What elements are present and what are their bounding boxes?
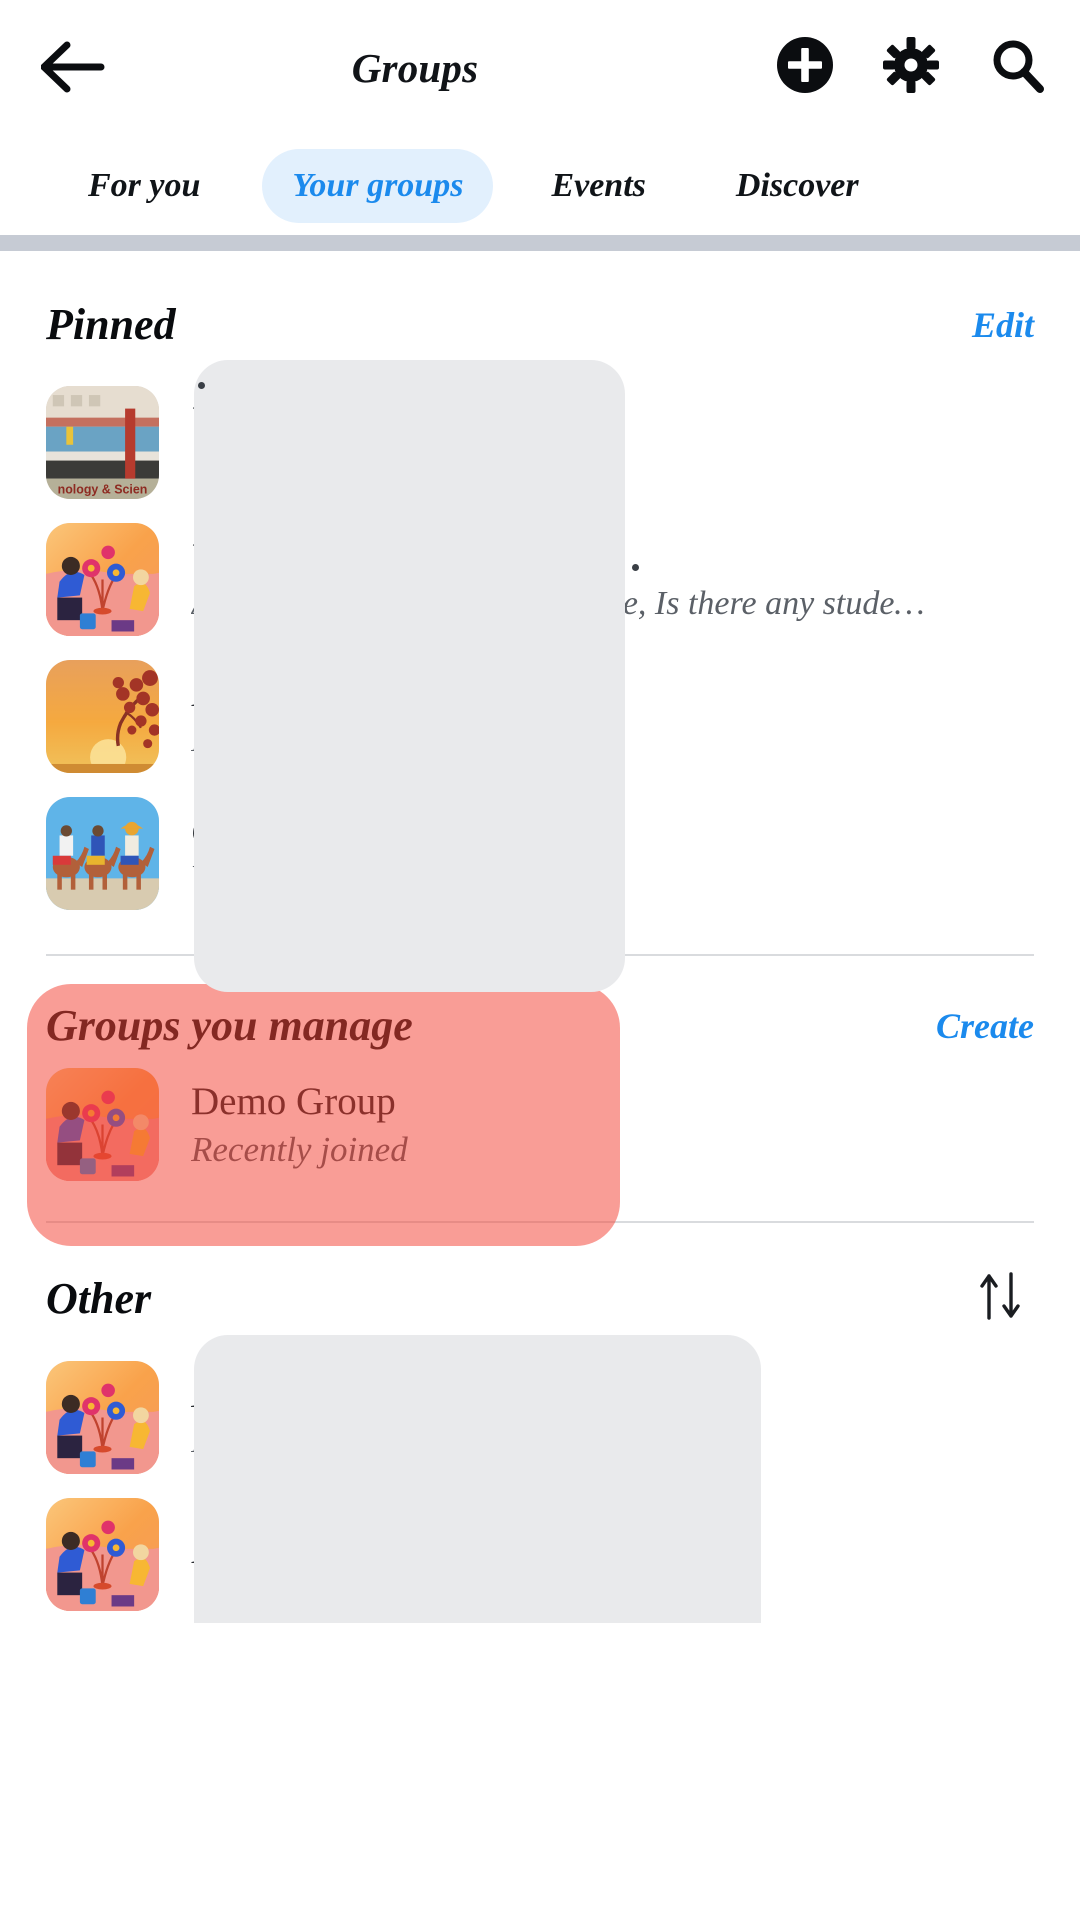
other-title: Other xyxy=(46,1273,152,1323)
settings-button[interactable] xyxy=(880,36,942,98)
search-button[interactable] xyxy=(986,36,1048,98)
group-subtitle: Vaishali Darad posted a photo. xyxy=(191,859,616,896)
section-divider-bar xyxy=(0,235,1080,255)
sort-arrows-icon xyxy=(976,1270,1026,1327)
group-name: BIRAT CHILDREN ACADEMY xyxy=(191,1531,659,1572)
skeleton-dot-top xyxy=(198,382,205,389)
group-subtitle: Recently joined xyxy=(191,1129,408,1169)
list-item[interactable]: Demo Group Recently joined xyxy=(0,1349,1080,1486)
group-name: Biratnagar xyxy=(191,674,356,715)
tab-for-you[interactable]: For you xyxy=(58,149,230,223)
other-group-list: Demo Group Recently joined BIRAT CHILDRE… xyxy=(0,1335,1080,1623)
groups-content: Pinned Edit nology & Scien VITS BATCH -2… xyxy=(0,251,1080,1623)
gardening-illustration xyxy=(46,1498,159,1611)
pinned-group-list: nology & Scien VITS BATCH -2010 Updated … xyxy=(0,360,1080,992)
list-item[interactable]: VITS Ghaziabad Ajay Anand posted: Hi Eve… xyxy=(0,511,1080,648)
list-item-text: Demo Group Recently joined xyxy=(191,1374,1034,1461)
group-name: VITS BATCH -2010 xyxy=(191,400,486,441)
create-group-button[interactable]: Create xyxy=(936,1005,1034,1047)
list-item-text: Demo Group Recently joined xyxy=(191,1079,1034,1170)
add-group-button[interactable] xyxy=(774,36,836,98)
group-avatar xyxy=(46,1067,159,1181)
tab-discover[interactable]: Discover xyxy=(706,149,889,223)
group-avatar xyxy=(46,1498,159,1611)
manage-section-header: Groups you manage Create xyxy=(0,956,1080,1059)
group-name: Demo Group xyxy=(191,1079,396,1123)
list-item-text: Global Marwari Forum Vaishali Darad post… xyxy=(191,810,1034,897)
groups-screen: Groups For you Your groups Events Discov… xyxy=(0,0,1080,1920)
list-item[interactable]: nology & Scien VITS BATCH -2010 Updated … xyxy=(0,374,1080,511)
group-subtitle: Divya Shah made a post. xyxy=(191,722,531,759)
group-avatar: nology & Scien xyxy=(46,386,159,499)
gear-icon xyxy=(882,36,940,99)
group-name: Global Marwari Forum xyxy=(191,811,545,852)
manage-title: Groups you manage xyxy=(46,1001,413,1050)
group-subtitle: Recently joined xyxy=(191,1423,402,1460)
group-avatar xyxy=(46,660,159,773)
sunset-tree-photo xyxy=(46,660,159,773)
list-item-text: Biratnagar Divya Shah made a post. xyxy=(191,673,1034,760)
list-item[interactable]: Demo Group Recently joined xyxy=(0,1059,1080,1189)
list-item-text: BIRAT CHILDREN ACADEMY xyxy=(191,1530,1034,1579)
app-header: Groups xyxy=(0,0,1080,137)
list-item[interactable]: BIRAT CHILDREN ACADEMY xyxy=(0,1486,1080,1623)
pinned-edit-button[interactable]: Edit xyxy=(972,304,1034,346)
list-item-text: VITS Ghaziabad Ajay Anand posted: Hi Eve… xyxy=(191,536,1034,623)
search-icon xyxy=(988,36,1046,99)
group-avatar xyxy=(46,523,159,636)
skeleton-dot-right xyxy=(632,564,639,571)
list-item[interactable]: Global Marwari Forum Vaishali Darad post… xyxy=(0,785,1080,922)
manage-section: Groups you manage Create Demo Group Rece… xyxy=(0,956,1080,1246)
other-section-header: Other xyxy=(0,1223,1080,1335)
pinned-section-header: Pinned Edit xyxy=(0,251,1080,360)
group-name: VITS Ghaziabad xyxy=(191,537,437,578)
svg-text:nology & Scien: nology & Scien xyxy=(58,482,148,496)
gardening-illustration xyxy=(46,1067,159,1181)
sort-button[interactable] xyxy=(974,1271,1028,1325)
group-name: Demo Group xyxy=(191,1375,384,1416)
tab-bar: For you Your groups Events Discover xyxy=(0,137,1080,235)
gardening-illustration xyxy=(46,523,159,636)
list-item-text: VITS BATCH -2010 Updated about 5 years a… xyxy=(191,399,1034,486)
pinned-title: Pinned xyxy=(46,300,176,349)
gardening-illustration xyxy=(46,1361,159,1474)
header-actions xyxy=(774,36,1048,98)
tab-events[interactable]: Events xyxy=(521,149,675,223)
college-building-photo: nology & Scien xyxy=(46,386,159,499)
tab-your-groups[interactable]: Your groups xyxy=(262,149,494,223)
group-subtitle: Ajay Anand posted: Hi Everyone, Is there… xyxy=(191,585,925,622)
plus-circle-icon xyxy=(776,36,834,99)
list-item[interactable]: Biratnagar Divya Shah made a post. xyxy=(0,648,1080,785)
group-subtitle: Updated about 5 years ago. xyxy=(191,448,570,485)
camel-parade-photo xyxy=(46,797,159,910)
group-avatar xyxy=(46,1361,159,1474)
group-avatar xyxy=(46,797,159,910)
